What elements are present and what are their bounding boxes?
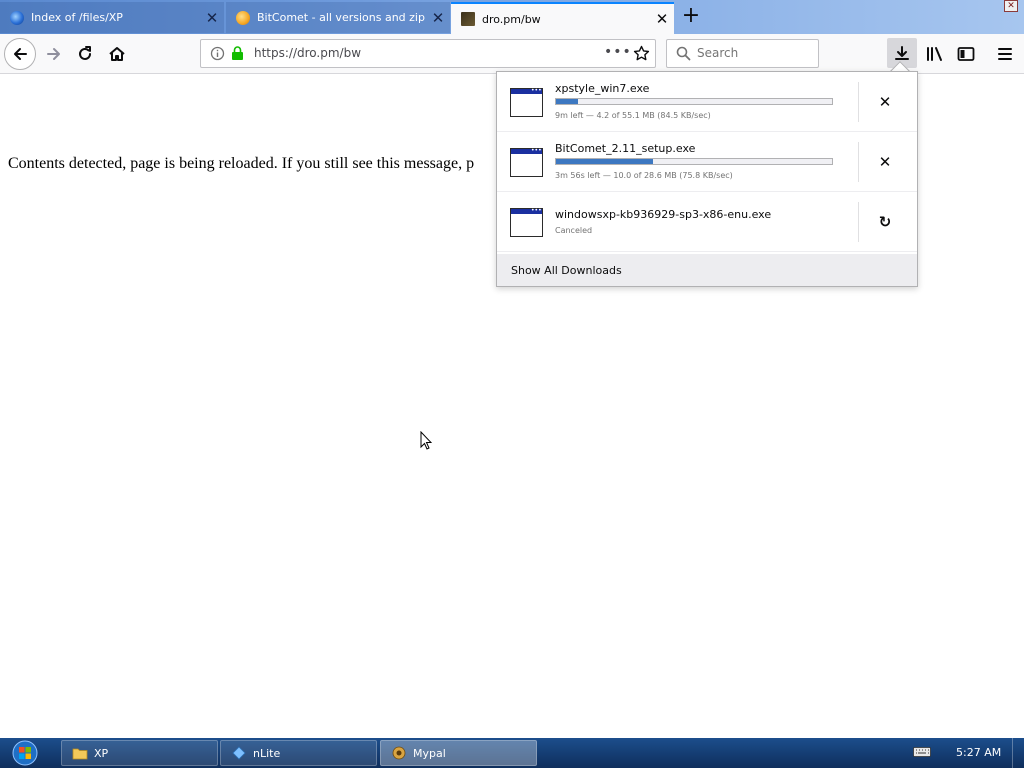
close-tab-icon[interactable]: ✕ <box>650 10 674 28</box>
url-bar[interactable]: https://dro.pm/bw ••• <box>200 39 656 68</box>
tab-title: Index of /files/XP <box>31 11 123 24</box>
menu-button[interactable] <box>991 40 1019 68</box>
reload-button[interactable] <box>71 40 99 68</box>
info-icon[interactable] <box>210 46 225 61</box>
divider <box>858 82 859 122</box>
start-button[interactable] <box>8 740 42 766</box>
show-all-downloads-label: Show All Downloads <box>511 264 622 277</box>
download-item[interactable]: ••• BitComet_2.11_setup.exe 3m 56s left … <box>497 132 917 192</box>
library-icon <box>927 47 942 61</box>
exe-file-icon: ••• <box>510 88 543 117</box>
search-icon <box>676 46 691 61</box>
download-progress-bar <box>555 158 833 165</box>
window-close-button[interactable]: ✕ <box>1004 0 1018 12</box>
download-status: 9m left — 4.2 of 55.1 MB (84.5 KB/sec) <box>555 111 711 120</box>
firefox-icon <box>10 10 24 25</box>
close-tab-icon[interactable]: ✕ <box>200 9 224 27</box>
mypal-icon <box>392 746 406 760</box>
bookmark-star-icon[interactable] <box>633 45 650 62</box>
tab-index-of-files-xp[interactable]: Index of /files/XP ✕ <box>0 2 224 33</box>
reload-icon <box>79 46 91 60</box>
tab-title: dro.pm/bw <box>482 12 541 26</box>
divider <box>858 142 859 182</box>
taskbar: XP nLite Mypal 5:27 AM <box>0 738 1024 768</box>
library-button[interactable] <box>921 40 949 68</box>
url-text: https://dro.pm/bw <box>254 46 362 60</box>
tab-dro-pm[interactable]: dro.pm/bw ✕ <box>451 2 674 34</box>
home-button[interactable] <box>103 40 131 68</box>
page-actions-icon[interactable]: ••• <box>604 44 632 60</box>
taskbar-item-nlite[interactable]: nLite <box>220 740 377 766</box>
new-tab-button[interactable]: + <box>678 5 704 29</box>
download-item[interactable]: ••• windowsxp-kb936929-sp3-x86-enu.exe C… <box>497 192 917 252</box>
taskbar-item-label: nLite <box>253 746 281 760</box>
show-desktop-button[interactable] <box>1012 738 1024 768</box>
keyboard-icon[interactable] <box>913 746 931 758</box>
search-input[interactable] <box>697 46 812 60</box>
cancel-icon: ✕ <box>878 93 892 111</box>
taskbar-item-mypal[interactable]: Mypal <box>380 740 537 766</box>
system-clock[interactable]: 5:27 AM <box>956 746 1001 759</box>
download-progress-bar <box>555 98 833 105</box>
nlite-icon <box>232 746 246 760</box>
download-filename: windowsxp-kb936929-sp3-x86-enu.exe <box>555 208 772 221</box>
download-arrow-icon <box>895 46 909 60</box>
tab-bitcomet[interactable]: BitComet - all versions and zip p ✕ <box>226 2 450 33</box>
lock-icon <box>232 46 243 60</box>
download-filename: xpstyle_win7.exe <box>555 82 650 95</box>
downloads-panel: ••• xpstyle_win7.exe 9m left — 4.2 of 55… <box>496 71 918 287</box>
download-item[interactable]: ••• xpstyle_win7.exe 9m left — 4.2 of 55… <box>497 72 917 132</box>
exe-file-icon: ••• <box>510 148 543 177</box>
download-status: 3m 56s left — 10.0 of 28.6 MB (75.8 KB/s… <box>555 171 733 180</box>
bitcomet-icon <box>236 10 250 25</box>
mouse-cursor-icon <box>420 431 432 450</box>
download-filename: BitComet_2.11_setup.exe <box>555 142 696 155</box>
retry-icon: ↻ <box>878 213 892 231</box>
tab-title: BitComet - all versions and zip p <box>257 11 426 24</box>
search-bar[interactable] <box>666 39 819 68</box>
navigation-toolbar: https://dro.pm/bw ••• <box>0 34 1024 74</box>
taskbar-item-xp[interactable]: XP <box>61 740 218 766</box>
folder-icon <box>72 748 88 760</box>
retry-download-button[interactable]: ↻ <box>873 210 897 234</box>
reload-message: Contents detected, page is being reloade… <box>8 155 475 172</box>
exe-file-icon: ••• <box>510 208 543 237</box>
tab-strip: Index of /files/XP ✕ BitComet - all vers… <box>0 0 1024 34</box>
divider <box>858 202 859 242</box>
cancel-download-button[interactable]: ✕ <box>873 90 897 114</box>
forward-button[interactable] <box>40 40 68 68</box>
taskbar-item-label: Mypal <box>413 746 446 760</box>
back-button[interactable] <box>4 38 36 70</box>
sidebar-icon <box>957 47 975 61</box>
cancel-icon: ✕ <box>878 153 892 171</box>
cancel-download-button[interactable]: ✕ <box>873 150 897 174</box>
back-arrow-icon <box>14 48 27 60</box>
taskbar-item-label: XP <box>94 746 109 760</box>
show-all-downloads-button[interactable]: Show All Downloads <box>497 254 917 286</box>
home-icon <box>109 47 125 61</box>
close-tab-icon[interactable]: ✕ <box>426 9 450 27</box>
download-status: Canceled <box>555 226 593 235</box>
hamburger-menu-icon <box>998 48 1012 60</box>
forward-arrow-icon <box>47 48 60 60</box>
page-icon <box>461 12 475 26</box>
sidebar-button[interactable] <box>952 40 980 68</box>
